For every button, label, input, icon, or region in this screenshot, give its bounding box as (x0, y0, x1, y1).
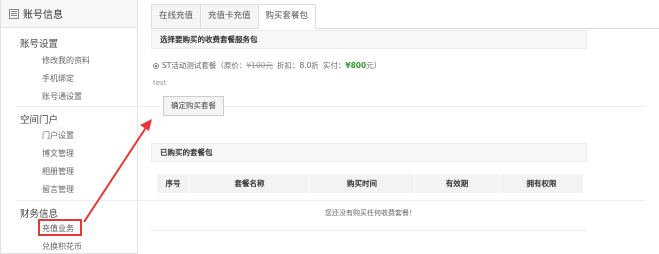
col-permissions: 拥有权限 (500, 174, 584, 193)
col-valid-period: 有效期 (415, 174, 500, 193)
section-purchased-packages: 已购买的套餐包 (151, 143, 587, 162)
price-unit: 元） (366, 61, 382, 70)
col-purchase-time: 购买时间 (310, 174, 415, 193)
actual-price: ¥800 (345, 61, 367, 70)
tab-card-recharge[interactable]: 充值卡充值 (200, 4, 259, 28)
table-divider (151, 230, 587, 231)
original-price: ¥100元 (246, 61, 273, 70)
open-paren: （ (216, 61, 224, 70)
tab-underline (151, 28, 659, 29)
package-name: ST活动测试套餐 (162, 61, 217, 70)
original-price-label: 原价： (223, 61, 247, 70)
discount-value: 8.0折 (299, 61, 319, 70)
col-package-name: 套餐名称 (190, 174, 310, 193)
buy-package-button[interactable]: 确定购买套餐 (163, 96, 224, 116)
tab-bar: 在线充值 充值卡充值 购买套餐包 (151, 4, 317, 29)
package-option[interactable]: ST活动测试套餐 （ 原价： ¥100元 折扣： 8.0折 实付： ¥800 元… (153, 60, 381, 71)
discount-label: 折扣： (276, 61, 300, 70)
tab-online-recharge[interactable]: 在线充值 (151, 4, 202, 28)
section-select-package: 选择要购买的收费套餐服务包 (151, 30, 587, 49)
actual-price-label: 实付： (322, 61, 346, 70)
col-index: 序号 (157, 174, 190, 193)
table-header: 序号 套餐名称 购买时间 有效期 拥有权限 (157, 174, 584, 193)
empty-table-message: 您还没有购买任何收费套餐！ (325, 209, 416, 217)
package-description: test (153, 79, 167, 87)
package-radio[interactable] (153, 62, 159, 69)
tab-buy-package[interactable]: 购买套餐包 (257, 4, 317, 29)
